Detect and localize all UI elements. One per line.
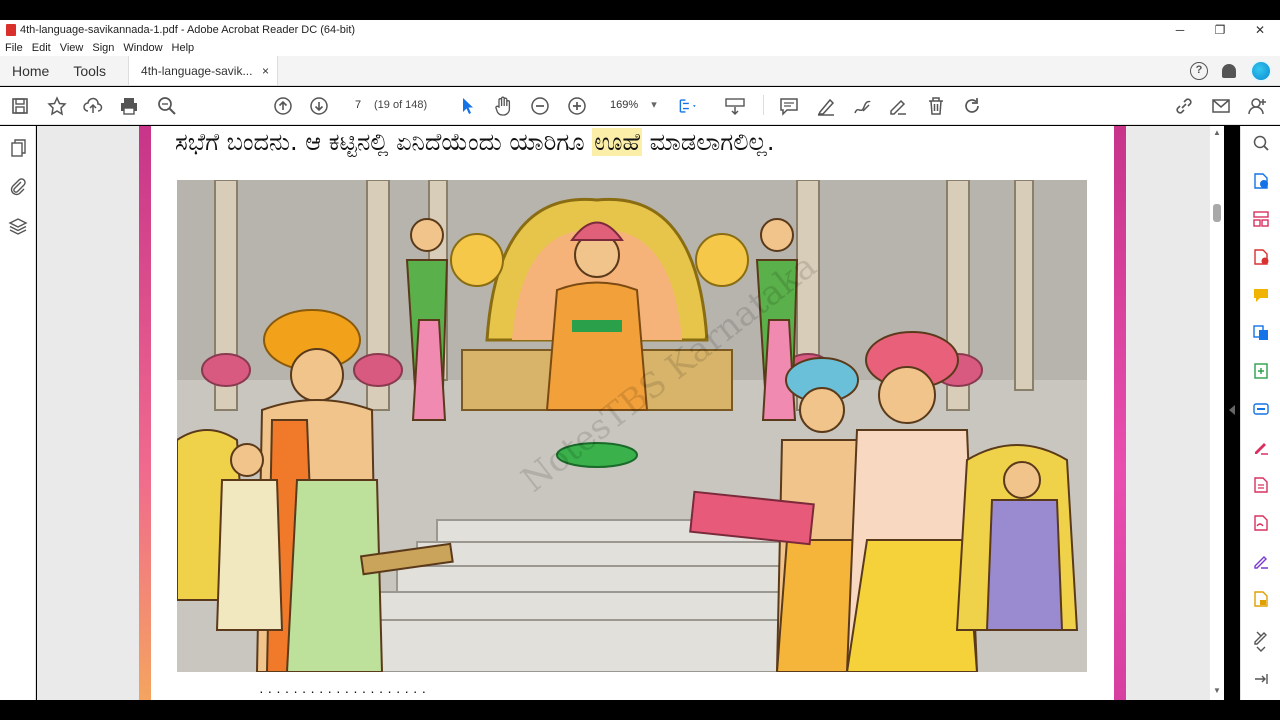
- page-fit-icon[interactable]: [677, 95, 699, 117]
- window-title: 4th-language-savikannada-1.pdf - Adobe A…: [20, 24, 356, 36]
- fill-sign-tool-icon[interactable]: [1252, 438, 1270, 456]
- text-suffix: ಮಾಡಲಾಗಲಿಲ್ಲ.: [641, 128, 775, 156]
- screen-frame-bottom: [0, 700, 1280, 720]
- right-tools-rail: [1240, 126, 1280, 700]
- protect-file-icon[interactable]: [1252, 590, 1270, 608]
- menu-view[interactable]: View: [60, 40, 84, 56]
- scroll-up-arrow-icon[interactable]: ▲: [1213, 128, 1221, 137]
- menu-sign[interactable]: Sign: [92, 40, 114, 56]
- page-text-line: ಸಭೆಗೆ ಬಂದನು. ಆ ಕಟ್ಟಿನಲ್ಲಿ ಏನಿದೆಯೆಂದು ಯಾರ…: [175, 128, 775, 156]
- close-window-button[interactable]: ✕: [1240, 20, 1280, 40]
- close-tab-icon[interactable]: ×: [262, 56, 269, 86]
- page-next-text-line: · · · · · · · · · · · · · · · · · · · ·: [259, 683, 427, 699]
- menu-help[interactable]: Help: [172, 40, 195, 56]
- chevron-down-icon: ▾: [651, 99, 657, 111]
- tab-tools[interactable]: Tools: [61, 56, 118, 85]
- next-page-icon[interactable]: [308, 95, 330, 117]
- draw-freehand-icon[interactable]: [851, 95, 873, 117]
- layers-icon[interactable]: [8, 216, 28, 236]
- rotate-icon[interactable]: [961, 95, 983, 117]
- screen-frame-top: [0, 0, 1280, 20]
- menu-file[interactable]: File: [5, 40, 23, 56]
- upload-cloud-icon[interactable]: [82, 95, 104, 117]
- menu-window[interactable]: Window: [123, 40, 162, 56]
- pdf-file-icon: [6, 24, 16, 36]
- keyboard-scroll-icon[interactable]: [724, 95, 746, 117]
- compress-pdf-icon[interactable]: [1252, 362, 1270, 380]
- highlighted-word: ಊಹೆ: [592, 128, 642, 156]
- fill-sign-icon[interactable]: [887, 95, 909, 117]
- combine-files-icon[interactable]: [1252, 324, 1270, 342]
- vertical-scrollbar[interactable]: ▲ ▼: [1210, 126, 1224, 700]
- expand-chevron-down-icon[interactable]: [1252, 640, 1270, 658]
- delete-trash-icon[interactable]: [925, 95, 947, 117]
- highlight-pen-icon[interactable]: [815, 95, 837, 117]
- export-pdf-icon[interactable]: [1252, 172, 1270, 190]
- hand-tool-icon[interactable]: [492, 95, 514, 117]
- court-scene-illustration: NotesTBS Karnataka: [177, 180, 1087, 672]
- account-avatar[interactable]: [1250, 60, 1272, 82]
- toolbar-separator: [763, 95, 764, 115]
- zoom-search-icon[interactable]: [1252, 134, 1270, 152]
- print-icon[interactable]: [118, 95, 140, 117]
- collapse-right-rail-icon[interactable]: [1252, 670, 1270, 688]
- page-decorative-border-right: [1114, 126, 1126, 700]
- title-bar: 4th-language-savikannada-1.pdf - Adobe A…: [0, 20, 1280, 40]
- tab-home[interactable]: Home: [0, 56, 61, 85]
- tab-document[interactable]: 4th-language-savik... ×: [128, 56, 279, 86]
- help-icon[interactable]: ?: [1190, 62, 1208, 80]
- share-link-icon[interactable]: [1173, 95, 1195, 117]
- tab-bar: Home Tools 4th-language-savik... × ?: [0, 56, 1280, 86]
- save-icon[interactable]: [9, 95, 31, 117]
- search-icon[interactable]: [156, 95, 178, 117]
- previous-page-icon[interactable]: [272, 95, 294, 117]
- zoom-out-icon[interactable]: [529, 95, 551, 117]
- page-count-label: (19 of 148): [374, 99, 428, 111]
- sign-pen-icon[interactable]: [1252, 552, 1270, 570]
- window-controls: ─ ❐ ✕: [1160, 20, 1280, 40]
- email-envelope-icon[interactable]: [1210, 95, 1232, 117]
- tabbar-right-tools: ?: [1190, 60, 1272, 82]
- comment-tool-icon[interactable]: [1252, 286, 1270, 304]
- collapse-right-panel-icon[interactable]: [1229, 405, 1235, 415]
- organize-pages-icon[interactable]: [1252, 210, 1270, 228]
- zoom-value: 169%: [610, 99, 639, 111]
- minimize-button[interactable]: ─: [1160, 20, 1200, 40]
- attachments-paperclip-icon[interactable]: [8, 176, 28, 196]
- select-cursor-icon[interactable]: [456, 95, 478, 117]
- redact-icon[interactable]: [1252, 400, 1270, 418]
- bookmark-star-icon[interactable]: [46, 95, 68, 117]
- share-person-icon[interactable]: [1246, 95, 1268, 117]
- page-thumbnails-icon[interactable]: [8, 138, 28, 158]
- menu-bar: File Edit View Sign Window Help: [0, 40, 1280, 56]
- zoom-level-select[interactable]: 169% ▾: [604, 95, 658, 115]
- page-number-input[interactable]: 7: [346, 95, 370, 115]
- request-signature-icon[interactable]: [1252, 514, 1270, 532]
- page-decorative-border-left: [139, 126, 151, 700]
- left-navigation-rail: [0, 126, 36, 700]
- edit-pdf-icon[interactable]: [1252, 476, 1270, 494]
- text-prefix: ಸಭೆಗೆ ಬಂದನು. ಆ ಕಟ್ಟಿನಲ್ಲಿ ಏನಿದೆಯೆಂದು ಯಾರ…: [175, 128, 593, 156]
- comment-icon[interactable]: [778, 95, 800, 117]
- notifications-bell-icon[interactable]: [1222, 64, 1236, 78]
- scroll-down-arrow-icon[interactable]: ▼: [1213, 686, 1221, 695]
- document-tab-label: 4th-language-savik...: [141, 64, 253, 78]
- menu-edit[interactable]: Edit: [32, 40, 51, 56]
- create-pdf-icon[interactable]: [1252, 248, 1270, 266]
- restore-button[interactable]: ❐: [1200, 20, 1240, 40]
- document-viewport[interactable]: ಸಭೆಗೆ ಬಂದನು. ಆ ಕಟ್ಟಿನಲ್ಲಿ ಏನಿದೆಯೆಂದು ಯಾರ…: [37, 126, 1210, 700]
- scrollbar-thumb[interactable]: [1213, 204, 1221, 222]
- pdf-page: ಸಭೆಗೆ ಬಂದನು. ಆ ಕಟ್ಟಿನಲ್ಲಿ ಏನಿದೆಯೆಂದು ಯಾರ…: [139, 126, 1126, 700]
- zoom-in-icon[interactable]: [566, 95, 588, 117]
